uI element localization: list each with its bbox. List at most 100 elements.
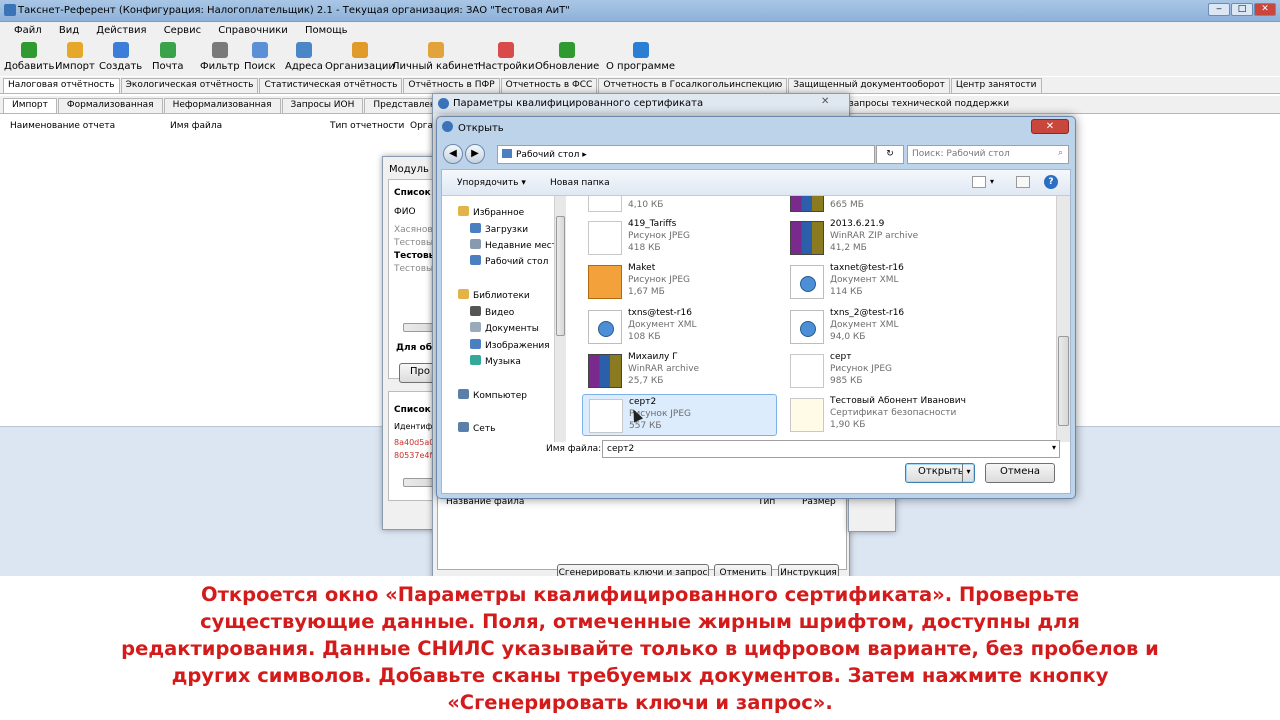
- file-item[interactable]: txns@test-r16 Документ XML 108 КБ: [582, 306, 777, 348]
- column-report-name[interactable]: Наименование отчета: [10, 121, 115, 131]
- tab-main-5[interactable]: Отчетность в Госалкогольинспекцию: [598, 78, 788, 93]
- column-report-type[interactable]: Тип отчетности: [330, 121, 404, 131]
- filename-dropdown-icon[interactable]: ▾: [1052, 443, 1056, 452]
- close-button[interactable]: ✕: [1254, 3, 1276, 16]
- toolbar-update-button[interactable]: Обновление: [535, 42, 599, 74]
- organize-button[interactable]: Упорядочить ▾: [457, 178, 526, 188]
- menu-file[interactable]: Файл: [14, 25, 42, 36]
- nav-item-recent-places[interactable]: Недавние места: [470, 239, 563, 251]
- nav-item-video[interactable]: Видео: [470, 306, 514, 318]
- tab-main-1[interactable]: Экологическая отчётность: [120, 78, 259, 93]
- sub-tab-support[interactable]: запросы технической поддержки: [849, 99, 1009, 109]
- menu-view[interactable]: Вид: [59, 25, 79, 36]
- search-input[interactable]: Поиск: Рабочий стол ⌕: [907, 145, 1069, 164]
- module-row[interactable]: Тестовы: [394, 238, 433, 248]
- toolbar-label: Импорт: [55, 61, 95, 72]
- tab-sub-1[interactable]: Формализованная: [57, 98, 163, 113]
- file-size: 665 МБ: [830, 200, 864, 210]
- file-item[interactable]: серт2 Рисунок JPEG 557 КБ: [582, 394, 777, 436]
- toolbar-organizations-button[interactable]: Организации: [325, 42, 395, 74]
- about-icon: [632, 42, 649, 58]
- menu-references[interactable]: Справочники: [218, 25, 288, 36]
- tab-main-3[interactable]: Отчётность в ПФР: [403, 78, 500, 93]
- file-item[interactable]: taxnet@test-r16 Документ XML 114 КБ: [784, 261, 979, 303]
- tab-main-6[interactable]: Защищенный документооборот: [788, 78, 950, 93]
- caption-line: редактирования. Данные СНИЛС указывайте …: [121, 637, 1159, 660]
- tab-main-4[interactable]: Отчетность в ФСС: [500, 78, 598, 93]
- toolbar-about-button[interactable]: О программе: [606, 42, 675, 74]
- refresh-icon[interactable]: ↻: [876, 145, 904, 164]
- open-dropdown-icon[interactable]: ▾: [962, 464, 974, 482]
- back-arrow-icon[interactable]: ◀: [443, 144, 463, 164]
- menu-help[interactable]: Помощь: [305, 25, 348, 36]
- open-dialog-close-button[interactable]: ✕: [1031, 119, 1069, 134]
- nav-item-computer[interactable]: Компьютер: [458, 389, 527, 401]
- forward-arrow-icon[interactable]: ▶: [465, 144, 485, 164]
- nav-item-music[interactable]: Музыка: [470, 355, 521, 367]
- tab-sub-3[interactable]: Запросы ИОН: [281, 98, 364, 113]
- address-bar[interactable]: Рабочий стол ▸: [497, 145, 875, 164]
- nav-item-libraries[interactable]: Библиотеки: [458, 289, 530, 301]
- module-row[interactable]: Тестовы: [394, 264, 433, 274]
- file-item[interactable]: 419_Tariffs Рисунок JPEG 418 КБ: [582, 217, 777, 259]
- nav-item-documents[interactable]: Документы: [470, 322, 539, 334]
- column-file-name[interactable]: Имя файла: [170, 121, 222, 131]
- tab-sub-2[interactable]: Неформализованная: [163, 98, 281, 113]
- filename-input[interactable]: серт2 ▾: [602, 440, 1060, 458]
- file-type: Рисунок JPEG: [628, 275, 690, 285]
- menu-actions[interactable]: Действия: [96, 25, 146, 36]
- cancel-button[interactable]: Отмена: [985, 463, 1055, 483]
- computer-icon: [458, 389, 469, 399]
- tab-main-7[interactable]: Центр занятости: [950, 78, 1042, 93]
- toolbar-settings-button[interactable]: Настройки: [478, 42, 534, 74]
- nav-item-desktop[interactable]: Рабочий стол: [470, 255, 548, 267]
- toolbar-add-button[interactable]: Добавить: [4, 42, 54, 74]
- search-icon[interactable]: ⌕: [1058, 148, 1063, 158]
- maket-file-icon: [588, 265, 622, 299]
- help-icon[interactable]: ?: [1044, 175, 1058, 189]
- view-dropdown-icon[interactable]: ▾: [990, 177, 994, 186]
- file-item[interactable]: Тестовый Абонент Иванович Сертификат безо…: [784, 394, 979, 436]
- maximize-button[interactable]: □: [1231, 3, 1253, 16]
- file-item[interactable]: Maket Рисунок JPEG 1,67 МБ: [582, 261, 777, 303]
- file-item[interactable]: серт Рисунок JPEG 985 КБ: [784, 350, 979, 392]
- file-item[interactable]: 4,10 КБ: [582, 196, 777, 216]
- file-item[interactable]: txns_2@test-r16 Документ XML 94,0 КБ: [784, 306, 979, 348]
- file-size: 1,67 МБ: [628, 287, 665, 297]
- cert-close-icon[interactable]: ✕: [821, 96, 829, 107]
- module-row[interactable]: Хасянов: [394, 225, 433, 235]
- tab-main-0[interactable]: Налоговая отчётность: [3, 78, 120, 93]
- file-item[interactable]: 665 МБ: [784, 196, 979, 216]
- nav-item-favorites[interactable]: Избранное: [458, 206, 524, 218]
- preview-pane-icon[interactable]: [1016, 176, 1030, 188]
- new-folder-button[interactable]: Новая папка: [550, 178, 610, 188]
- toolbar-search-button[interactable]: Поиск: [244, 42, 276, 74]
- open-dialog-icon: [442, 121, 453, 132]
- documents-icon: [470, 322, 481, 332]
- minimize-button[interactable]: ‒: [1208, 3, 1230, 16]
- file-item[interactable]: Михаилу Г WinRAR archive 25,7 КБ: [582, 350, 777, 392]
- file-item[interactable]: 2013.6.21.9 WinRAR ZIP archive 41,2 МБ: [784, 217, 979, 259]
- nav-scrollbar[interactable]: [554, 196, 566, 442]
- nav-item-downloads[interactable]: Загрузки: [470, 223, 528, 235]
- column-organization[interactable]: Орга: [410, 121, 433, 131]
- toolbar-personal-cabinet-button[interactable]: Личный кабинет: [392, 42, 479, 74]
- file-size: 108 КБ: [628, 332, 661, 342]
- tab-sub-0[interactable]: Импорт: [3, 98, 57, 113]
- tab-main-2[interactable]: Статистическая отчётность: [259, 78, 403, 93]
- open-button[interactable]: Открыть ▾: [905, 463, 975, 483]
- nav-item-network[interactable]: Сеть: [458, 422, 495, 434]
- files-scrollbar[interactable]: [1056, 196, 1070, 442]
- toolbar-filter-button[interactable]: Фильтр: [200, 42, 240, 74]
- toolbar-import-button[interactable]: Импорт: [55, 42, 95, 74]
- module-hash-1: 8a40d5a0: [394, 438, 435, 447]
- toolbar-create-button[interactable]: Создать: [99, 42, 142, 74]
- view-options-icon[interactable]: [972, 176, 986, 188]
- toolbar-mail-button[interactable]: Почта: [152, 42, 184, 74]
- toolbar-addresses-button[interactable]: Адреса: [285, 42, 323, 74]
- module-row[interactable]: Тестовы: [394, 251, 437, 261]
- nav-item-images[interactable]: Изображения: [470, 339, 550, 351]
- organizations-icon: [351, 42, 368, 58]
- menu-service[interactable]: Сервис: [164, 25, 201, 36]
- nav-item-label: Недавние места: [485, 241, 563, 251]
